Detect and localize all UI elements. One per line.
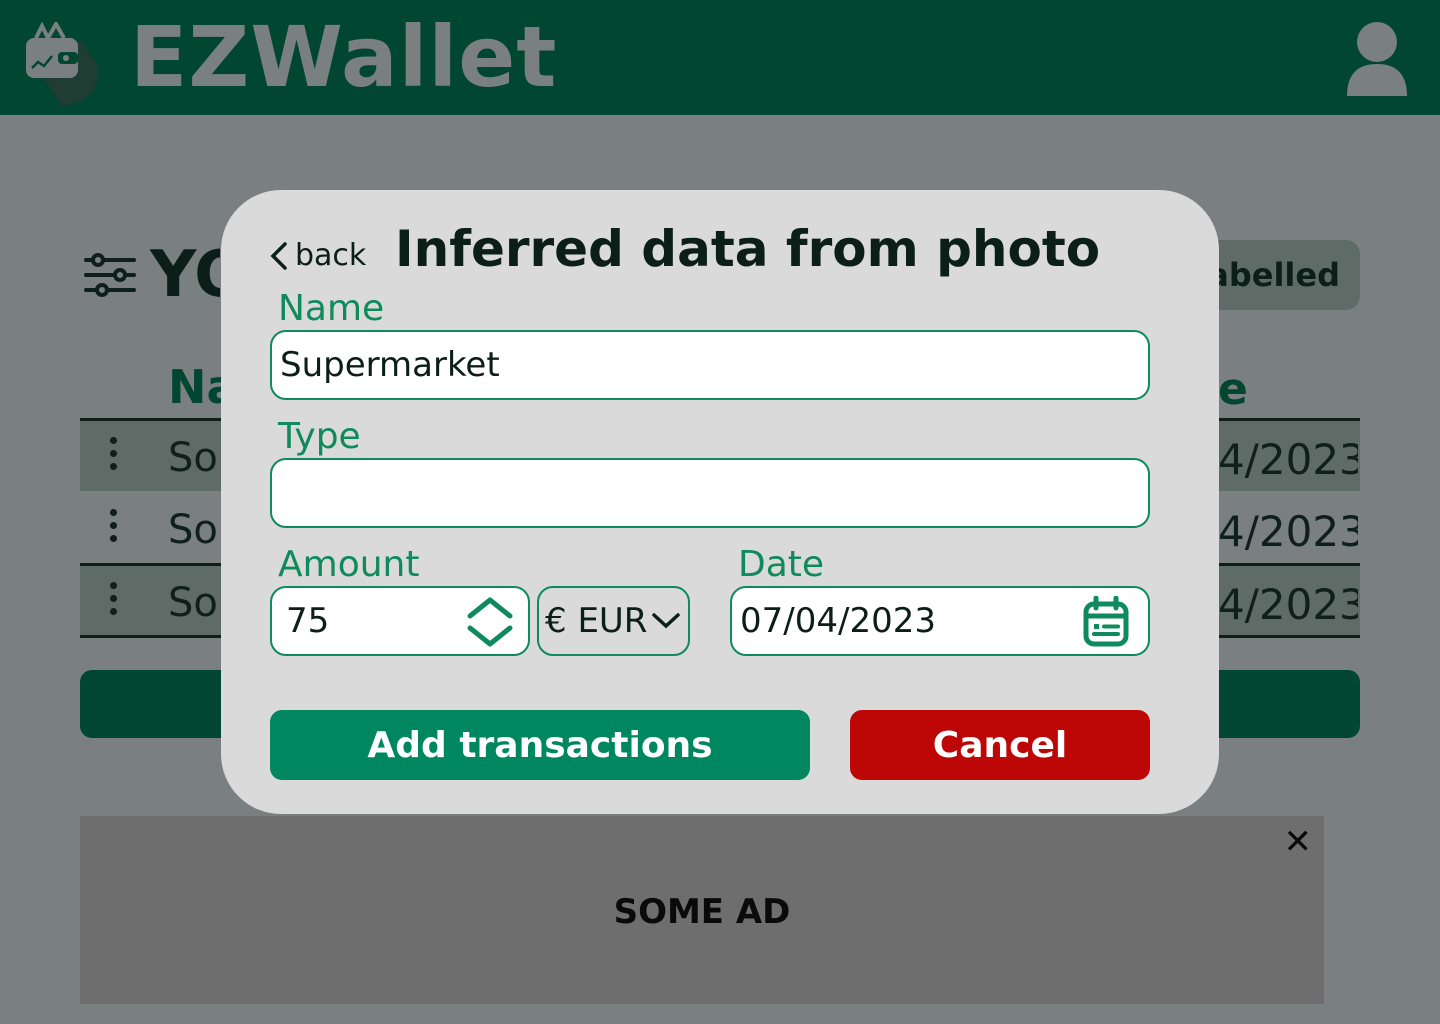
back-button[interactable]: back [269, 238, 366, 273]
wallet-logo-icon [26, 22, 99, 106]
column-header-name: Na [168, 360, 228, 414]
user-icon[interactable] [1345, 18, 1409, 98]
row-name: Sor [168, 580, 224, 626]
currency-value: € EUR [545, 601, 648, 641]
date-label: Date [738, 544, 825, 585]
row-date: 4/2023 [1218, 435, 1358, 484]
row-name: Sor [168, 435, 224, 481]
row-date: 4/2023 [1218, 580, 1358, 629]
more-icon[interactable] [110, 509, 118, 549]
row-name: Sor [168, 507, 224, 553]
ad-text: SOME AD [613, 892, 791, 932]
column-header-date: e [1218, 364, 1248, 415]
amount-field[interactable]: 75 [270, 586, 530, 656]
calendar-icon[interactable] [1082, 596, 1130, 648]
app-title: EZWallet [130, 8, 558, 106]
name-field[interactable]: Supermarket [270, 330, 1150, 400]
top-bar: EZWallet [0, 0, 1440, 115]
type-label: Type [278, 416, 361, 457]
more-icon[interactable] [110, 437, 118, 477]
more-icon[interactable] [110, 582, 118, 622]
amount-stepper-icon[interactable] [466, 594, 514, 650]
chevron-down-icon [652, 613, 681, 629]
back-label: back [295, 238, 367, 273]
close-icon[interactable]: ✕ [1284, 822, 1313, 862]
row-date: 4/2023 [1218, 507, 1358, 556]
amount-label: Amount [278, 544, 420, 585]
inferred-data-dialog: back Inferred data from photo Name Super… [221, 190, 1219, 814]
chevron-left-icon [270, 241, 287, 270]
filter-chip-label: abelled [1207, 256, 1340, 294]
type-field[interactable] [270, 458, 1150, 528]
cancel-button[interactable]: Cancel [850, 710, 1150, 780]
date-field[interactable]: 07/04/2023 [730, 586, 1150, 656]
name-value: Supermarket [280, 345, 500, 385]
currency-select[interactable]: € EUR [537, 586, 690, 656]
add-transactions-button[interactable]: Add transactions [270, 710, 810, 780]
ad-banner: SOME AD ✕ [80, 816, 1324, 1004]
filter-icon[interactable] [82, 250, 138, 300]
date-value: 07/04/2023 [740, 601, 936, 641]
amount-value: 75 [286, 601, 330, 641]
dialog-title: Inferred data from photo [395, 220, 1101, 278]
page-heading: YO [150, 238, 220, 312]
name-label: Name [278, 288, 385, 329]
